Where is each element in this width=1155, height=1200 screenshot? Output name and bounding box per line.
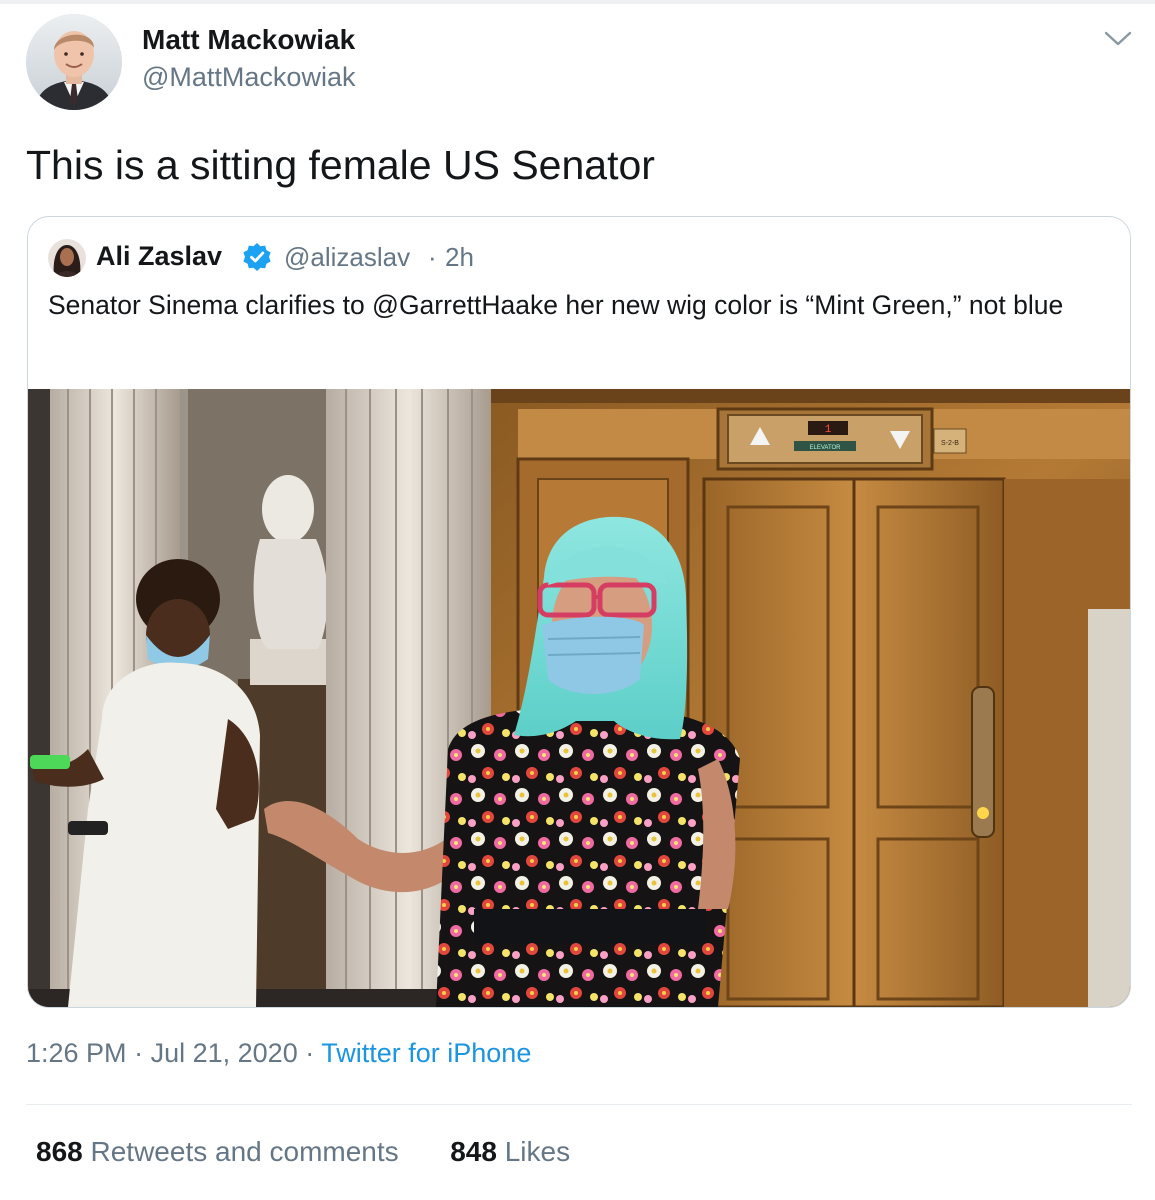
likes-count: 848 xyxy=(450,1136,497,1167)
retweets-stat[interactable]: 868 Retweets and comments xyxy=(36,1136,406,1167)
quoted-author-handle[interactable]: @alizaslav xyxy=(284,242,410,273)
tweet-text: This is a sitting female US Senator xyxy=(26,142,655,188)
quoted-separator: · xyxy=(428,242,437,272)
stats-divider xyxy=(26,1104,1132,1105)
tweet-meta: 1:26 PM · Jul 21, 2020 · Twitter for iPh… xyxy=(26,1038,531,1069)
elevator-panel-label: ELEVATOR xyxy=(809,445,841,451)
retweets-label: Retweets and comments xyxy=(90,1136,399,1167)
author-name[interactable]: Matt Mackowiak xyxy=(142,24,355,56)
tweet-date[interactable]: Jul 21, 2020 xyxy=(151,1038,298,1068)
quoted-tweet-text: Senator Sinema clarifies to @GarrettHaak… xyxy=(48,290,1064,320)
elevator-side-label: S-2-B xyxy=(941,440,959,447)
elevator-floor-indicator: 1 xyxy=(825,424,832,436)
tweet-source-link[interactable]: Twitter for iPhone xyxy=(321,1038,531,1068)
author-handle[interactable]: @MattMackowiak xyxy=(142,62,355,93)
likes-stat[interactable]: 848 Likes xyxy=(450,1136,570,1167)
verified-badge-icon xyxy=(241,241,273,273)
chevron-down-icon[interactable] xyxy=(1100,24,1136,54)
quoted-tweet-card[interactable]: Ali Zaslav @alizaslav · 2h Senator Sinem… xyxy=(27,216,1131,1008)
top-divider xyxy=(0,0,1155,4)
quoted-timestamp[interactable]: 2h xyxy=(445,242,474,273)
retweets-count: 868 xyxy=(36,1136,83,1167)
likes-label: Likes xyxy=(504,1136,571,1167)
quoted-photo[interactable]: 1 ELEVATOR S-2-B xyxy=(28,389,1130,1007)
quoted-author-avatar[interactable] xyxy=(48,239,86,277)
author-avatar[interactable] xyxy=(26,14,122,110)
tweet-time[interactable]: 1:26 PM xyxy=(26,1038,127,1068)
tweet-stats: 868 Retweets and comments 848 Likes xyxy=(36,1136,570,1168)
quoted-author-name[interactable]: Ali Zaslav xyxy=(96,241,222,272)
meta-separator-2: · xyxy=(305,1038,315,1068)
meta-separator-1: · xyxy=(134,1038,144,1068)
